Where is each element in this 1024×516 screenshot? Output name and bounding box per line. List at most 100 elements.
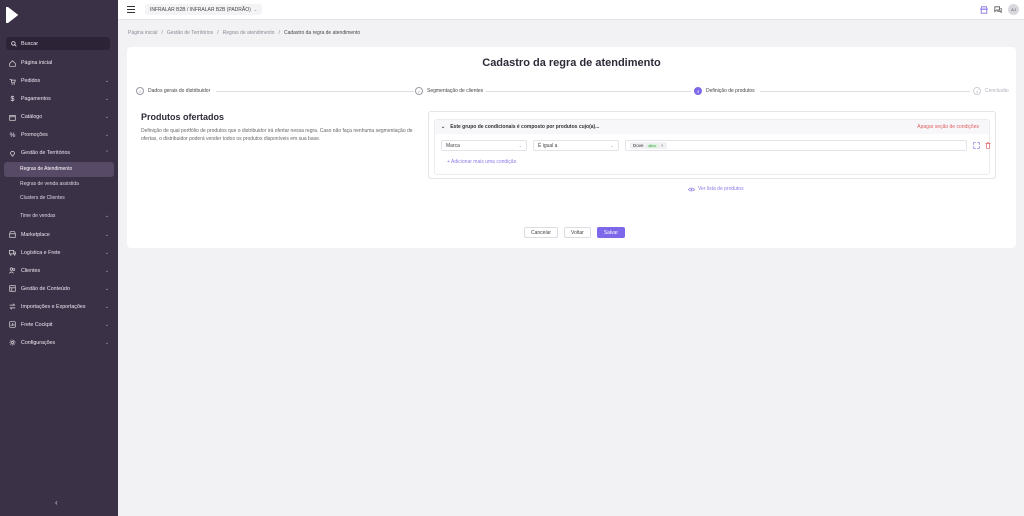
page-title: Cadastro da regra de atendimento (482, 57, 661, 69)
sidebar-item-pagamentos[interactable]: $ Pagamentos ⌄ (0, 90, 118, 108)
step-conclusao: 4 Conclusão (973, 87, 1009, 95)
sidebar-item-promocoes[interactable]: % Promoções ⌄ (0, 126, 118, 144)
chat-icon[interactable] (994, 5, 1002, 14)
search-label: Buscar (21, 40, 39, 47)
storefront-icon[interactable] (980, 5, 988, 14)
trash-icon[interactable] (985, 142, 991, 149)
condition-row: Marca ⌄ É igual a ⌄ Dove ativo × (441, 140, 991, 151)
step-label: Dados gerais do distribuidor (148, 88, 211, 94)
sidebar-subitem-regras-atendimento[interactable]: Regras de Atendimento (4, 162, 114, 177)
step-definicao-produtos[interactable]: 3 Definição de produtos (694, 87, 755, 95)
step-label: Definição de produtos (706, 88, 755, 94)
box-icon (9, 114, 16, 121)
store-selector[interactable]: INFRALAR B2B / INFRALAR B2B (PADRÃO) ⌄ (145, 4, 263, 15)
sidebar-item-pagina-inicial[interactable]: Página inicial (0, 54, 118, 72)
operator-select[interactable]: É igual a ⌄ (533, 140, 619, 151)
value-multiselect[interactable]: Dove ativo × (625, 140, 967, 151)
sidebar-subitem-label: Clusters de Clientes (20, 195, 65, 202)
sidebar-subitem-regras-venda-assistida[interactable]: Regras de venda assistida (0, 177, 118, 192)
check-icon: ✓ (415, 87, 423, 95)
topbar: INFRALAR B2B / INFRALAR B2B (PADRÃO) ⌄ A… (118, 0, 1024, 20)
section-description: Definição de qual portfólio de produtos … (141, 128, 413, 142)
sidebar-item-importacoes[interactable]: Importações e Exportações ⌄ (0, 298, 118, 316)
add-condition-link[interactable]: + Adicionar mais uma condição (447, 159, 516, 165)
condition-group-heading: Este grupo de condicionais é composto po… (450, 124, 600, 130)
avatar[interactable]: AJ (1008, 4, 1019, 15)
layout-icon (9, 285, 16, 292)
sidebar-subitem-clusters-clientes[interactable]: Clusters de Clientes (0, 191, 118, 206)
dollar-icon: $ (10, 95, 15, 103)
sidebar-item-clientes[interactable]: Clientes ⌄ (0, 262, 118, 280)
sidebar-item-label: Logística e Frete (21, 249, 61, 256)
sidebar-subitem-label: Regras de venda assistida (20, 180, 79, 187)
cancel-button[interactable]: Cancelar (524, 227, 559, 238)
value-tag-label: Dove (633, 143, 644, 148)
sidebar-item-pedidos[interactable]: Pedidos ⌄ (0, 72, 118, 90)
breadcrumb-separator: / (217, 30, 219, 36)
step-label: Conclusão (985, 88, 1009, 94)
back-button[interactable]: Voltar (564, 227, 591, 238)
users-icon (9, 267, 16, 274)
step-segmentacao[interactable]: ✓ Segmentação de clientes (415, 87, 483, 95)
sidebar-subitem-label: Regras de Atendimento (20, 166, 73, 173)
sidebar-item-label: Página inicial (21, 60, 53, 66)
breadcrumb-current: Cadastro da regra de atendimento (283, 30, 361, 36)
chevron-down-icon: ⌄ (253, 7, 258, 12)
breadcrumb: Página inicial / Gestão de Territórios /… (128, 30, 360, 36)
eye-icon (688, 187, 695, 191)
home-icon (9, 59, 16, 67)
sidebar-item-configuracoes[interactable]: Configurações ⌄ (0, 334, 118, 352)
logo-icon[interactable] (6, 7, 19, 23)
sidebar-item-logistica[interactable]: Logística e Frete ⌄ (0, 244, 118, 262)
field-select[interactable]: Marca ⌄ (441, 140, 527, 151)
chevron-down-icon: ⌄ (104, 303, 109, 310)
step-dados-gerais[interactable]: ✓ Dados gerais do distribuidor (136, 87, 210, 95)
sidebar-item-label: Frete Cockpit (21, 321, 53, 328)
sidebar-item-label: Clientes (21, 267, 41, 274)
expand-icon[interactable] (973, 142, 980, 149)
chevron-up-icon: ⌃ (104, 150, 109, 156)
delete-group-link[interactable]: Apagar seção de condições (917, 124, 979, 130)
chevron-down-icon: ⌄ (610, 143, 614, 148)
search-input[interactable]: Buscar (6, 37, 110, 50)
store-selector-label: INFRALAR B2B / INFRALAR B2B (PADRÃO) (150, 6, 251, 13)
chevron-down-icon: ⌄ (104, 132, 109, 138)
breadcrumb-item[interactable]: Gestão de Territórios (167, 30, 213, 36)
sidebar-item-marketplace[interactable]: Marketplace ⌄ (0, 226, 118, 244)
step-connector (760, 91, 970, 92)
view-products-label: Ver lista de produtos (698, 186, 744, 192)
step-connector (486, 91, 691, 92)
store-icon (9, 231, 16, 238)
transfer-icon (9, 303, 16, 310)
sidebar-item-gestao-conteudo[interactable]: Gestão de Conteúdo ⌄ (0, 280, 118, 298)
view-products-link[interactable]: Ver lista de produtos (688, 186, 744, 192)
save-button[interactable]: Salvar (596, 227, 625, 238)
close-icon[interactable]: × (661, 143, 664, 148)
condition-group-header[interactable]: ⌄ Este grupo de condicionais é composto … (435, 120, 989, 134)
breadcrumb-separator: / (161, 30, 163, 36)
sidebar-item-catalogo[interactable]: Catálogo ⌄ (0, 108, 118, 126)
step-number: 4 (973, 87, 981, 95)
truck-icon (9, 249, 16, 256)
sidebar-item-label: Marketplace (21, 231, 50, 238)
breadcrumb-item[interactable]: Regras de atendimento (223, 30, 275, 36)
step-connector (216, 91, 414, 92)
map-pin-icon (9, 150, 16, 157)
menu-icon[interactable] (127, 6, 135, 13)
form-actions: Cancelar Voltar Salvar (524, 227, 625, 238)
sidebar-item-frete-cockpit[interactable]: Frete Cockpit ⌄ (0, 316, 118, 334)
breadcrumb-item[interactable]: Página inicial (128, 30, 157, 36)
sidebar-item-label: Importações e Exportações (21, 303, 86, 310)
chevron-down-icon: ⌄ (104, 114, 109, 120)
main-card: Cadastro da regra de atendimento ✓ Dados… (127, 47, 1016, 248)
sidebar-item-label: Promoções (21, 132, 48, 138)
percent-icon: % (9, 131, 16, 139)
sidebar-item-label: Pagamentos (21, 96, 51, 102)
chevron-down-icon: ⌄ (104, 96, 109, 102)
chevron-down-icon[interactable]: ⌄ (441, 124, 445, 130)
sidebar-item-gestao-territorios[interactable]: Gestão de Territórios ⌃ (0, 144, 118, 162)
collapse-sidebar-icon[interactable]: ‹ (55, 498, 58, 507)
chevron-down-icon: ⌄ (104, 285, 109, 292)
stepper: ✓ Dados gerais do distribuidor ✓ Segment… (136, 87, 1009, 97)
sidebar-subitem-time-vendas[interactable]: Time de vendas ⌄ (0, 206, 118, 226)
